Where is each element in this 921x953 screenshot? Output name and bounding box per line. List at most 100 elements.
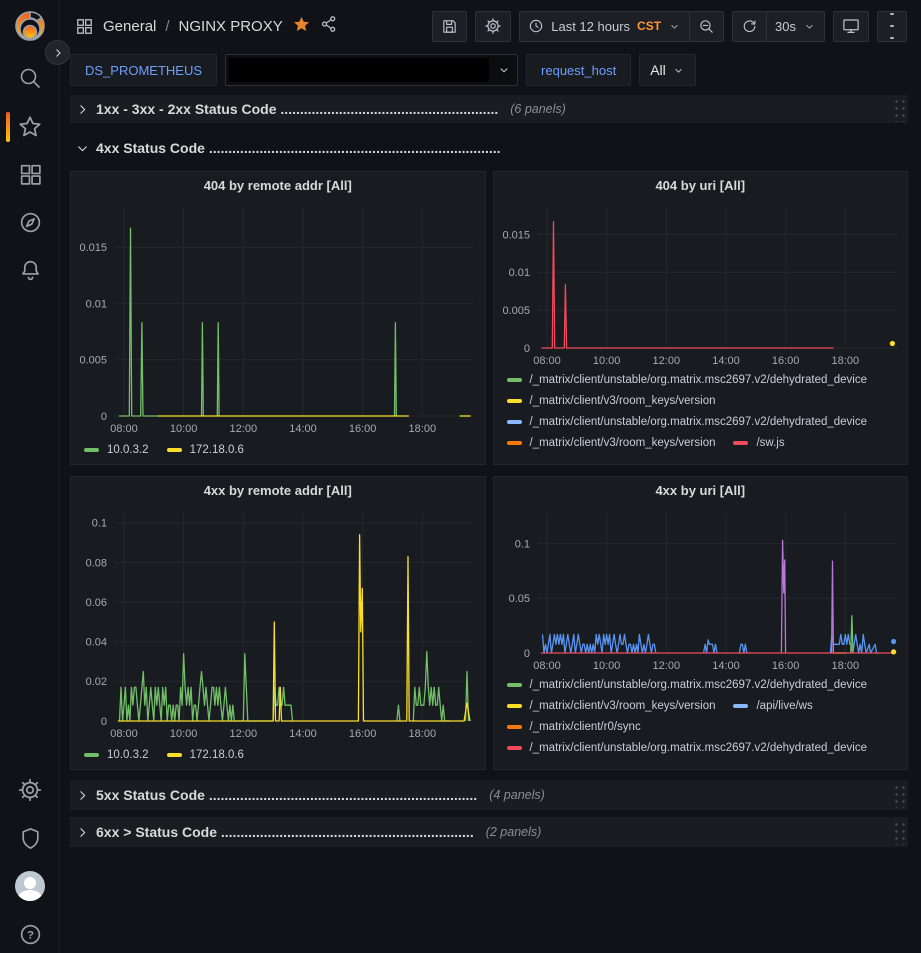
dashboard-settings-button[interactable] [475,11,511,42]
row-panel-count: (4 panels) [489,788,545,802]
main-area: General / NGINX PROXY [60,0,921,953]
save-icon [441,18,458,35]
breadcrumb-section[interactable]: General [103,18,156,35]
grafana-dashboard: { "breadcrumb": { "section": "General", … [0,0,921,953]
tv-mode-button[interactable] [833,11,869,42]
breadcrumb: General / NGINX PROXY [75,15,338,38]
chart-404-by-uri[interactable]: 00.0050.010.01508:0010:0012:0014:0016:00… [494,198,908,370]
svg-text:12:00: 12:00 [652,660,680,672]
svg-text:0.005: 0.005 [79,355,107,367]
row-title: 5xx Status Code ........................… [96,787,477,803]
sidebar-item-configuration[interactable] [0,770,60,810]
chevron-down-icon [803,20,816,33]
dashboard-toolbar: Last 12 hours CST 30s [432,11,907,42]
save-dashboard-button[interactable] [432,11,467,42]
refresh-button[interactable] [732,11,767,42]
row-4xx[interactable]: 4xx Status Code ........................… [70,136,908,160]
panel-legend: /_matrix/client/unstable/org.matrix.msc2… [494,675,908,769]
panel-4xx-by-remote-addr: 4xx by remote addr [All] 00.020.040.060.… [70,476,486,770]
search-icon [18,66,42,90]
legend-series-color [507,420,522,424]
row-drag-handle[interactable] [891,819,906,845]
row-5xx[interactable]: 5xx Status Code ........................… [70,780,908,810]
top-navbar: General / NGINX PROXY [60,0,921,52]
refresh-interval-picker[interactable]: 30s [766,11,825,42]
svg-text:0.1: 0.1 [92,518,107,530]
panels-grid: 404 by remote addr [All] 00.0050.010.015… [70,171,908,770]
sidebar-item-help[interactable]: ? [0,914,60,953]
legend-series-color [84,448,99,452]
svg-text:14:00: 14:00 [289,728,317,740]
svg-text:14:00: 14:00 [289,423,317,435]
panel-title[interactable]: 4xx by remote addr [All] [71,477,485,503]
sidebar-item-explore[interactable] [0,202,60,242]
sidebar-item-server-admin[interactable] [0,818,60,858]
chart-404-by-remote-addr[interactable]: 00.0050.010.01508:0010:0012:0014:0016:00… [71,198,485,438]
chevron-down-icon [672,64,685,77]
sidebar-item-alerting[interactable] [0,250,60,290]
legend-item[interactable]: /_matrix/client/v3/room_keys/version [507,700,716,712]
row-1xx-3xx-2xx[interactable]: 1xx - 3xx - 2xx Status Code ............… [70,95,908,123]
legend-item[interactable]: 10.0.3.2 [84,444,149,456]
shield-icon [18,826,43,851]
timezone-label: CST [637,19,661,33]
legend-item[interactable]: 172.18.0.6 [167,444,244,456]
svg-text:16:00: 16:00 [349,728,377,740]
chevron-right-icon [52,47,64,59]
svg-text:?: ? [27,929,34,941]
chevron-right-icon [76,103,89,116]
sidebar-collapse-button[interactable] [45,40,70,65]
legend-item[interactable]: /api/live/ws [733,700,812,712]
legend-item[interactable]: /_matrix/client/v3/room_keys/version [507,437,716,449]
svg-text:16:00: 16:00 [771,355,799,367]
svg-text:14:00: 14:00 [712,355,740,367]
sidebar-item-search[interactable] [0,58,60,98]
share-button[interactable] [320,15,338,37]
panel-4xx-by-uri: 4xx by uri [All] 00.050.108:0010:0012:00… [493,476,909,770]
grafana-logo-icon [13,9,47,43]
svg-text:14:00: 14:00 [712,660,740,672]
legend-item[interactable]: /_matrix/client/unstable/org.matrix.msc2… [507,742,868,754]
panel-title[interactable]: 404 by uri [All] [494,172,908,198]
svg-text:0: 0 [523,648,529,660]
legend-series-color [733,704,748,708]
legend-item[interactable]: /_matrix/client/unstable/org.matrix.msc2… [507,416,868,428]
svg-text:0: 0 [101,716,107,728]
chart-4xx-by-uri[interactable]: 00.050.108:0010:0012:0014:0016:0018:00 [494,503,908,675]
datasource-variable-dropdown[interactable] [225,54,518,86]
svg-text:10:00: 10:00 [170,728,198,740]
row-6xx[interactable]: 6xx > Status Code ......................… [70,817,908,847]
panel-title[interactable]: 404 by remote addr [All] [71,172,485,198]
favorite-star-button[interactable] [292,15,311,38]
row-drag-handle[interactable] [891,782,906,808]
svg-text:0.02: 0.02 [86,676,107,688]
svg-text:0.08: 0.08 [86,557,107,569]
time-range-picker[interactable]: Last 12 hours CST [519,11,690,42]
legend-item[interactable]: /_matrix/client/r0/sync [507,721,641,733]
gear-icon [484,17,502,35]
zoom-out-time-button[interactable] [689,11,724,42]
panel-title[interactable]: 4xx by uri [All] [494,477,908,503]
sidebar-item-starred[interactable] [0,107,60,147]
legend-item[interactable]: /_matrix/client/v3/room_keys/version [507,395,716,407]
compass-icon [18,210,43,235]
legend-item[interactable]: /sw.js [733,437,784,449]
grafana-logo[interactable] [0,6,60,46]
legend-item[interactable]: /_matrix/client/unstable/org.matrix.msc2… [507,679,868,691]
sidebar-item-profile[interactable] [0,866,60,906]
svg-text:18:00: 18:00 [831,355,859,367]
bell-icon [18,258,43,283]
more-options-button[interactable] [877,11,907,42]
page-title: NGINX PROXY [179,18,283,35]
request-host-variable-label: request_host [526,54,631,86]
legend-item[interactable]: /_matrix/client/unstable/org.matrix.msc2… [507,374,868,386]
row-drag-handle[interactable] [891,96,906,122]
sidebar-item-dashboards[interactable] [0,154,60,194]
legend-item[interactable]: 10.0.3.2 [84,749,149,761]
legend-item[interactable]: 172.18.0.6 [167,749,244,761]
svg-text:0: 0 [523,343,529,355]
request-host-variable-dropdown[interactable]: All [639,54,696,86]
dashboard-grid-icon [75,17,94,36]
chart-4xx-by-remote-addr[interactable]: 00.020.040.060.080.108:0010:0012:0014:00… [71,503,485,743]
breadcrumb-separator: / [165,18,169,35]
